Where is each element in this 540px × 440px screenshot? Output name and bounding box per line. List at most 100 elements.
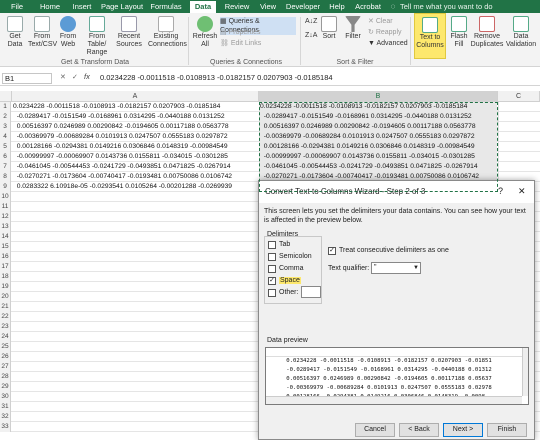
column-header-c[interactable]: C xyxy=(498,91,540,102)
tab-home[interactable]: Home xyxy=(36,1,64,13)
name-box[interactable]: B1 xyxy=(2,73,52,84)
cell-b4[interactable]: -0.00369979 -0.00689284 0.0101913 0.0247… xyxy=(260,132,497,142)
consecutive-delimiters-checkbox[interactable]: ✓ xyxy=(328,247,336,255)
text-to-columns-button[interactable]: Text to Columns xyxy=(414,13,446,59)
row-number[interactable]: 3 xyxy=(0,122,11,132)
column-header-b[interactable]: B xyxy=(259,91,498,102)
cell-a2[interactable]: -0.0289417 -0.0151549 -0.0168961 0.03142… xyxy=(13,112,258,122)
from-text-csv-button[interactable]: From Text/CSV xyxy=(28,13,57,49)
row-number[interactable]: 5 xyxy=(0,142,11,152)
finish-button[interactable]: Finish xyxy=(487,423,527,437)
row-number[interactable]: 13 xyxy=(0,222,11,232)
row-number[interactable]: 8 xyxy=(0,172,11,182)
get-data-button[interactable]: Get Data xyxy=(2,13,28,49)
row-number[interactable]: 21 xyxy=(0,302,11,312)
next-button[interactable]: Next > xyxy=(443,423,483,437)
close-button[interactable]: ✕ xyxy=(518,186,526,197)
cell-b1[interactable]: 0.0234228 -0.0011518 -0.0108913 -0.01821… xyxy=(260,102,497,112)
row-number[interactable]: 24 xyxy=(0,332,11,342)
select-all-corner[interactable] xyxy=(0,91,12,102)
properties-button[interactable]: ▤ Properties xyxy=(220,28,260,37)
tab-formulas[interactable]: Formulas xyxy=(148,1,184,13)
row-number[interactable]: 17 xyxy=(0,262,11,272)
advanced-button[interactable]: ▼ Advanced xyxy=(368,39,408,48)
data-validation-button[interactable]: Data Validation xyxy=(504,13,538,49)
clear-button[interactable]: ✕ Clear xyxy=(368,17,393,26)
row-number[interactable]: 30 xyxy=(0,392,11,402)
tab-page-layout[interactable]: Page Layout xyxy=(100,1,144,13)
row-number[interactable]: 2 xyxy=(0,112,11,122)
cell-b2[interactable]: -0.0289417 -0.0151549 -0.0168961 0.03142… xyxy=(260,112,497,122)
cell-a8[interactable]: -0.0270271 -0.0173604 -0.00740417 -0.019… xyxy=(13,172,258,182)
row-number[interactable]: 6 xyxy=(0,152,11,162)
row-number[interactable]: 29 xyxy=(0,382,11,392)
cell-b7[interactable]: -0.0461045 -0.00544453 -0.0241729 -0.049… xyxy=(260,162,497,172)
row-number[interactable]: 19 xyxy=(0,282,11,292)
cell-a6[interactable]: -0.00999997 -0.00069907 0.0143736 0.0155… xyxy=(13,152,258,162)
semicolon-checkbox[interactable] xyxy=(268,253,276,261)
filter-button[interactable]: Filter xyxy=(342,13,364,41)
tab-acrobat[interactable]: Acrobat xyxy=(352,1,384,13)
text-qualifier-select[interactable]: " ▼ xyxy=(371,262,421,274)
space-checkbox[interactable]: ✓ xyxy=(268,277,276,285)
row-number[interactable]: 7 xyxy=(0,162,11,172)
tab-file[interactable]: File xyxy=(4,1,30,13)
refresh-all-button[interactable]: Refresh All xyxy=(192,13,218,49)
reapply-button[interactable]: ↻ Reapply xyxy=(368,28,402,37)
tab-checkbox[interactable] xyxy=(268,241,276,249)
existing-connections-button[interactable]: Existing Connections xyxy=(148,13,187,49)
row-number[interactable]: 4 xyxy=(0,132,11,142)
cell-a4[interactable]: -0.00369979 -0.00689284 0.0101913 0.0247… xyxy=(13,132,258,142)
data-preview-pane[interactable]: 0.0234228 -0.0011518 -0.0108913 -0.01821… xyxy=(265,347,529,405)
column-header-a[interactable]: A xyxy=(12,91,259,102)
tab-help[interactable]: Help xyxy=(326,1,348,13)
fx-icon[interactable]: fx xyxy=(84,72,90,81)
from-table-range-button[interactable]: From Table/ Range xyxy=(80,13,114,57)
row-number[interactable]: 16 xyxy=(0,252,11,262)
cell-a5[interactable]: 0.00128166 -0.0294381 0.0149216 0.030684… xyxy=(13,142,258,152)
sort-button[interactable]: Sort xyxy=(320,13,338,41)
row-number[interactable]: 12 xyxy=(0,212,11,222)
row-number[interactable]: 15 xyxy=(0,242,11,252)
row-number[interactable]: 11 xyxy=(0,202,11,212)
sort-az-button[interactable]: A↓Z xyxy=(305,17,317,26)
row-number[interactable]: 32 xyxy=(0,412,11,422)
row-number[interactable]: 10 xyxy=(0,192,11,202)
recent-sources-button[interactable]: Recent Sources xyxy=(114,13,144,49)
row-number[interactable]: 20 xyxy=(0,292,11,302)
row-number[interactable]: 9 xyxy=(0,182,11,192)
back-button[interactable]: < Back xyxy=(399,423,439,437)
row-number[interactable]: 23 xyxy=(0,322,11,332)
tab-review[interactable]: Review xyxy=(222,1,252,13)
tab-view[interactable]: View xyxy=(256,1,280,13)
cell-b3[interactable]: 0.00516397 0.0246989 0.00290842 -0.01946… xyxy=(260,122,497,132)
row-number[interactable]: 14 xyxy=(0,232,11,242)
row-number[interactable]: 22 xyxy=(0,312,11,322)
comma-checkbox[interactable] xyxy=(268,265,276,273)
cell-a1[interactable]: 0.0234228 -0.0011518 -0.0108913 -0.01821… xyxy=(13,102,258,112)
edit-links-button[interactable]: ⛓ Edit Links xyxy=(220,39,261,48)
cell-b6[interactable]: -0.00999997 -0.00069907 0.0143736 0.0155… xyxy=(260,152,497,162)
row-number[interactable]: 18 xyxy=(0,272,11,282)
other-checkbox[interactable] xyxy=(268,289,276,297)
other-input[interactable] xyxy=(301,286,321,298)
formula-content[interactable]: 0.0234228 -0.0011518 -0.0108913 -0.01821… xyxy=(100,73,530,82)
tab-developer[interactable]: Developer xyxy=(284,1,322,13)
cell-a7[interactable]: -0.0461045 -0.00544453 -0.0241729 -0.049… xyxy=(13,162,258,172)
cancel-button[interactable]: Cancel xyxy=(355,423,395,437)
help-button[interactable]: ? xyxy=(498,186,503,196)
row-number[interactable]: 27 xyxy=(0,362,11,372)
flash-fill-button[interactable]: Flash Fill xyxy=(448,13,470,49)
row-number[interactable]: 25 xyxy=(0,342,11,352)
row-number[interactable]: 31 xyxy=(0,402,11,412)
row-number[interactable]: 26 xyxy=(0,352,11,362)
remove-duplicates-button[interactable]: Remove Duplicates xyxy=(470,13,504,49)
from-web-button[interactable]: From Web xyxy=(56,13,80,49)
formula-cancel-icon[interactable]: ✕ xyxy=(60,73,66,81)
row-number[interactable]: 33 xyxy=(0,422,11,432)
preview-vertical-scrollbar[interactable] xyxy=(522,348,528,396)
formula-enter-icon[interactable]: ✓ xyxy=(72,73,78,81)
row-number[interactable]: 1 xyxy=(0,102,11,112)
cell-b5[interactable]: 0.00128166 -0.0294381 0.0149216 0.030684… xyxy=(260,142,497,152)
cell-a9[interactable]: 0.0283322 6.10918e-05 -0.0293541 0.01052… xyxy=(13,182,258,192)
